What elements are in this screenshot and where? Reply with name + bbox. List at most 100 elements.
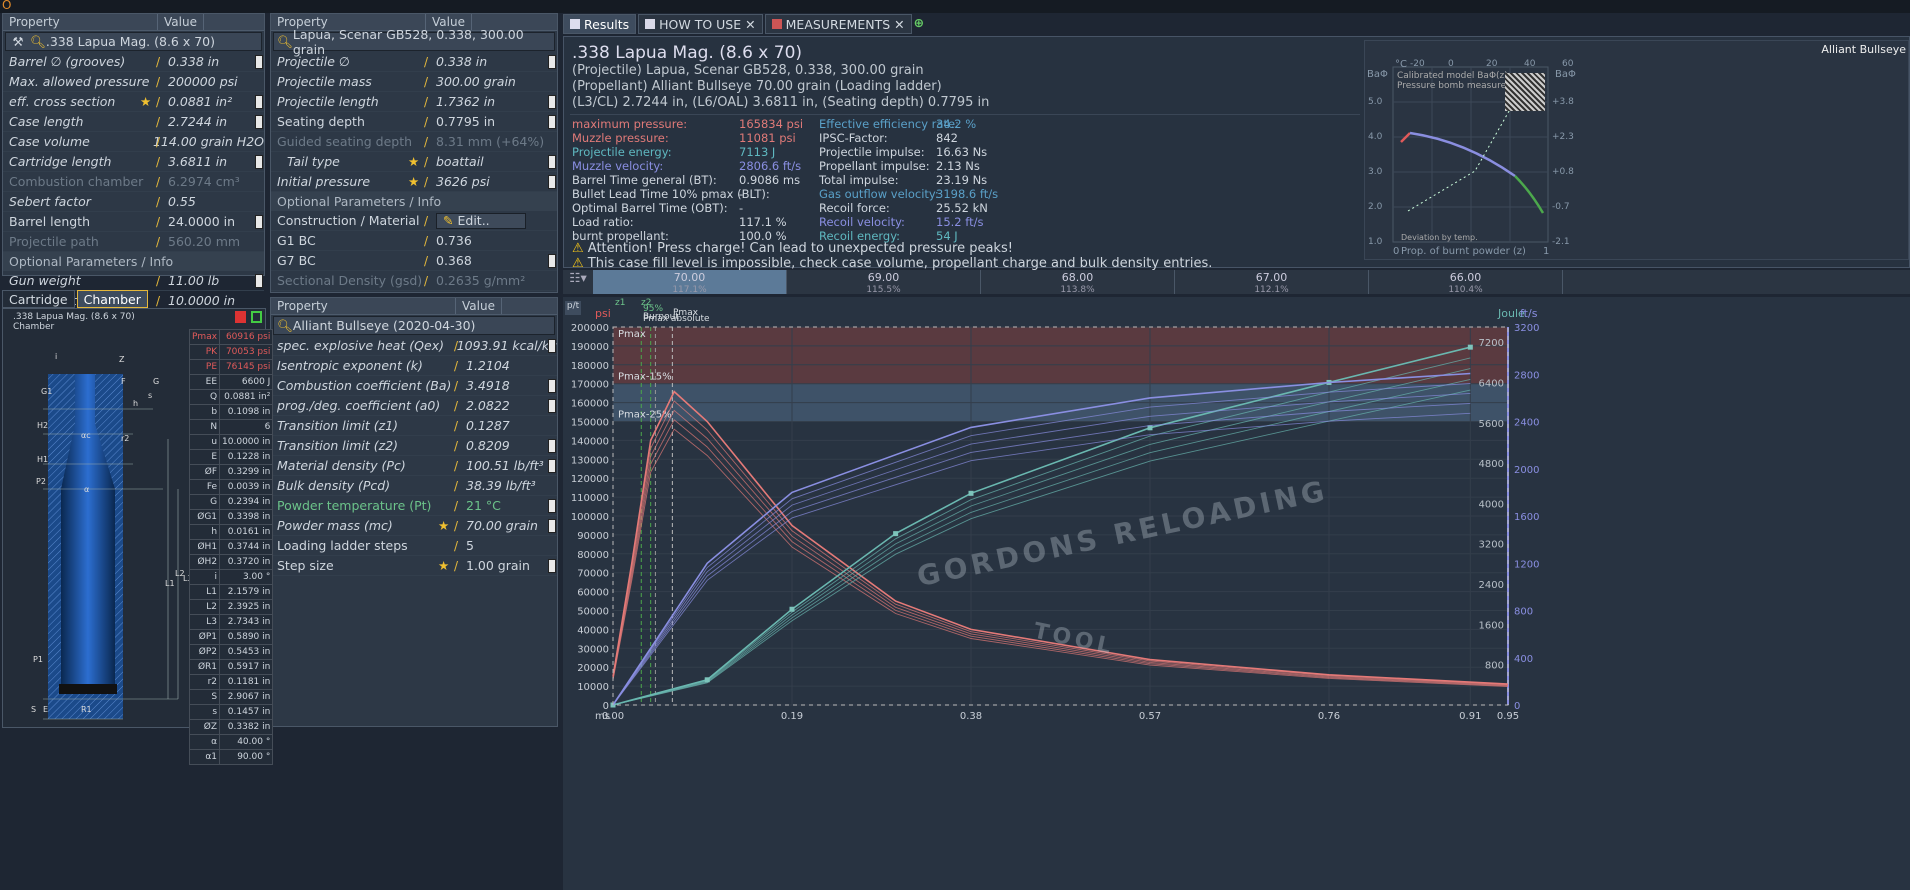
property-value[interactable]: 1.00 grain <box>456 558 530 573</box>
spin-control[interactable] <box>548 519 556 533</box>
spin-control[interactable] <box>255 55 263 69</box>
property-row[interactable]: Max. allowed pressure /200000 psi <box>3 72 264 92</box>
wrench-icon[interactable]: ⚒ <box>6 34 30 49</box>
property-value[interactable]: 3.6811 in <box>158 154 227 169</box>
property-value[interactable]: 0.2635 g/mm² <box>426 273 525 288</box>
edit-button[interactable]: ✎Edit.. <box>436 212 526 229</box>
property-row[interactable]: Initial pressure ★ /3626 psi <box>271 172 557 192</box>
property-value[interactable]: 8.31 mm (+64%) <box>426 134 544 149</box>
property-row[interactable]: Powder temperature (Pt) /21 °C <box>271 496 557 516</box>
favorite-star-icon[interactable]: ★ <box>438 518 449 533</box>
spin-control[interactable] <box>255 215 263 229</box>
property-value[interactable]: 3626 psi <box>426 174 490 189</box>
close-icon[interactable]: ✕ <box>745 17 755 32</box>
property-row[interactable]: Step size ★ /1.00 grain <box>271 556 557 576</box>
spin-control[interactable] <box>255 95 263 109</box>
property-value[interactable]: 0.7795 in <box>426 114 495 129</box>
property-row[interactable]: Loading ladder steps /5 <box>271 536 557 556</box>
property-value[interactable]: 11.00 lb <box>158 273 219 288</box>
property-value[interactable]: 2.0822 <box>456 398 510 413</box>
property-row[interactable]: Powder mass (mc) ★ /70.00 grain <box>271 516 557 536</box>
property-row[interactable]: Cartridge length /3.6811 in <box>3 152 264 172</box>
property-value[interactable]: 70.00 grain <box>456 518 538 533</box>
property-row[interactable]: Combustion coefficient (Ba)/3.4918 <box>271 376 557 396</box>
spin-control[interactable] <box>548 459 556 473</box>
property-row[interactable]: Barrel length /24.0000 in <box>3 212 264 232</box>
favorite-star-icon[interactable]: ★ <box>140 94 151 109</box>
property-value[interactable]: 0.0881 in² <box>158 94 232 109</box>
property-value[interactable]: 2.7244 in <box>158 114 227 129</box>
favorite-star-icon[interactable]: ★ <box>408 174 419 189</box>
spin-control[interactable] <box>548 55 556 69</box>
property-row[interactable]: Construction / Material / ✎ Edit.. <box>271 211 557 231</box>
property-row[interactable]: Transition limit (z1) /0.1287 <box>271 416 557 436</box>
property-row[interactable]: spec. explosive heat (Qex) /1093.91 kcal/… <box>271 336 557 356</box>
spin-control[interactable] <box>255 155 263 169</box>
property-value[interactable]: 38.39 lb/ft³ <box>456 478 536 493</box>
property-value[interactable]: 560.20 mm <box>158 234 240 249</box>
property-value[interactable]: 300.00 grain <box>426 74 516 89</box>
property-row[interactable]: Gun weight /11.00 lb <box>3 271 264 291</box>
property-value[interactable]: 100.51 lb/ft³ <box>456 458 544 473</box>
property-row[interactable]: Transition limit (z2) /0.8209 <box>271 436 557 456</box>
excel-icon[interactable] <box>251 311 262 323</box>
property-value[interactable]: 6.2974 cm³ <box>158 174 240 189</box>
property-row[interactable]: Combustion chamber /6.2974 cm³ <box>3 172 264 192</box>
property-value[interactable]: 1.2104 <box>456 358 510 373</box>
spin-control[interactable] <box>255 274 263 288</box>
tab-how-to-use[interactable]: HOW TO USE ✕ <box>638 14 763 34</box>
tab-chamber[interactable]: Chamber <box>76 290 148 308</box>
spin-control[interactable] <box>548 155 556 169</box>
tab-cartridge[interactable]: Cartridge <box>2 290 75 308</box>
property-row[interactable]: Case volume /114.00 grain H2O <box>3 132 264 152</box>
property-value[interactable]: 0.338 in <box>158 54 219 69</box>
property-value[interactable]: 0.368 <box>426 253 472 268</box>
property-value[interactable]: 10.0000 in <box>158 293 235 308</box>
powder-search[interactable]: 🔍︎ Alliant Bullseye (2020-04-30) <box>273 316 555 335</box>
ladder-menu-icon[interactable]: ☷▾ <box>563 270 593 294</box>
spin-control[interactable] <box>548 175 556 189</box>
property-value[interactable]: 1093.91 kcal/kg <box>447 338 557 353</box>
property-value[interactable]: 1.7362 in <box>426 94 495 109</box>
spin-control[interactable] <box>548 254 556 268</box>
property-row[interactable]: Material density (Pc) /100.51 lb/ft³ <box>271 456 557 476</box>
property-value[interactable]: 5 <box>456 538 474 553</box>
spin-control[interactable] <box>548 115 556 129</box>
property-value[interactable]: ✎Edit.. <box>426 212 526 229</box>
property-value[interactable]: boattail <box>426 154 484 169</box>
property-value[interactable]: 0.338 in <box>426 54 487 69</box>
property-row[interactable]: Guided seating depth /8.31 mm (+64%) <box>271 132 557 152</box>
property-value[interactable]: 3.4918 <box>456 378 510 393</box>
spin-control[interactable] <box>548 379 556 393</box>
property-row[interactable]: Bulk density (Pcd) /38.39 lb/ft³ <box>271 476 557 496</box>
tab-results[interactable]: Results <box>563 14 637 34</box>
property-row[interactable]: Projectile length /1.7362 in <box>271 92 557 112</box>
property-value[interactable]: 114.00 grain H2O <box>143 134 264 149</box>
property-value[interactable]: 0.1287 <box>456 418 510 433</box>
property-row[interactable]: Projectile mass /300.00 grain <box>271 72 557 92</box>
spin-control[interactable] <box>255 115 263 129</box>
ladder-step[interactable]: 69.00 115.5% <box>787 270 981 295</box>
property-row[interactable]: Barrel ∅ (grooves) /0.338 in <box>3 52 264 72</box>
favorite-star-icon[interactable]: ★ <box>408 154 419 169</box>
property-row[interactable]: G7 BC /0.368 <box>271 251 557 271</box>
ladder-step[interactable]: 70.00 117.1% <box>593 270 787 295</box>
property-row[interactable]: prog./deg. coefficient (a0) /2.0822 <box>271 396 557 416</box>
spin-control[interactable] <box>548 439 556 453</box>
property-value[interactable]: 0.55 <box>158 194 196 209</box>
property-row[interactable]: Sectional Density (gsd)/0.2635 g/mm² <box>271 271 557 291</box>
spin-control[interactable] <box>548 499 556 513</box>
cartridge-search[interactable]: ⚒ 🔍︎ .338 Lapua Mag. (8.6 x 70) <box>5 32 262 51</box>
spin-control[interactable] <box>548 339 556 353</box>
property-row[interactable]: Projectile ∅ /0.338 in <box>271 52 557 72</box>
property-row[interactable]: Sebert factor /0.55 <box>3 192 264 212</box>
spin-control[interactable] <box>548 399 556 413</box>
property-row[interactable]: G1 BC /0.736 <box>271 231 557 251</box>
property-row[interactable]: Seating depth /0.7795 in <box>271 112 557 132</box>
property-row[interactable]: eff. cross section ★ /0.0881 in² <box>3 92 264 112</box>
property-value[interactable]: 21 °C <box>456 498 501 513</box>
spin-control[interactable] <box>548 559 556 573</box>
spin-control[interactable] <box>548 95 556 109</box>
property-row[interactable]: Projectile path /560.20 mm <box>3 232 264 252</box>
property-value[interactable]: 200000 psi <box>158 74 238 89</box>
